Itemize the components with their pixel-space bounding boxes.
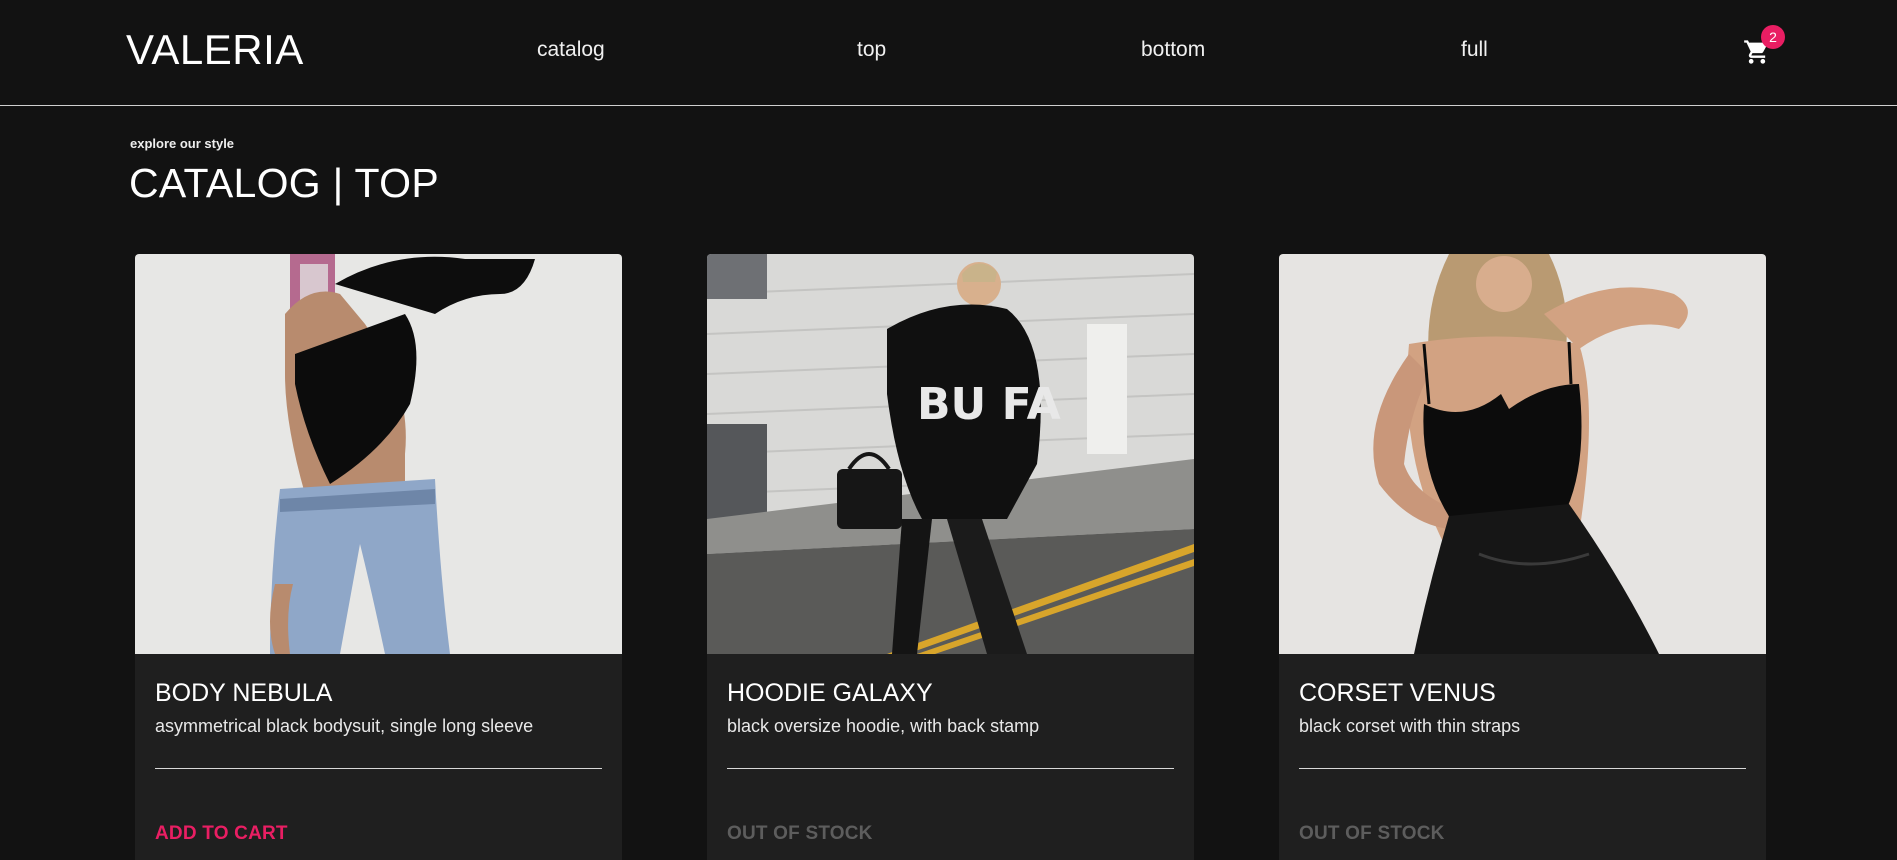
- product-name: BODY NEBULA: [155, 679, 333, 707]
- product-image: BU FA: [707, 254, 1194, 654]
- card-divider: [1299, 768, 1746, 769]
- product-card: BU FA HOODIE GALAXY black oversize hoodi…: [707, 254, 1194, 860]
- site-header: VALERIA catalog top bottom full 2: [0, 0, 1897, 106]
- page-kicker: explore our style: [130, 136, 235, 151]
- add-to-cart-button[interactable]: ADD TO CART: [155, 823, 288, 845]
- brand-logo[interactable]: VALERIA: [126, 26, 304, 74]
- nav-bottom[interactable]: bottom: [1141, 38, 1205, 62]
- nav-catalog[interactable]: catalog: [537, 38, 605, 62]
- nav-full[interactable]: full: [1461, 38, 1488, 62]
- product-card: BODY NEBULA asymmetrical black bodysuit,…: [135, 254, 622, 860]
- svg-text:BU FA: BU FA: [917, 379, 1061, 430]
- product-name: HOODIE GALAXY: [727, 679, 933, 707]
- product-description: asymmetrical black bodysuit, single long…: [155, 716, 534, 736]
- out-of-stock-label: OUT OF STOCK: [727, 823, 873, 844]
- product-description: black corset with thin straps: [1299, 716, 1521, 736]
- card-divider: [727, 768, 1174, 769]
- out-of-stock-label: OUT OF STOCK: [1299, 823, 1445, 844]
- nav-top[interactable]: top: [857, 38, 886, 62]
- page-title: CATALOG | TOP: [129, 160, 439, 206]
- product-description: black oversize hoodie, with back stamp: [727, 716, 1040, 736]
- product-image: [1279, 254, 1766, 654]
- product-name: CORSET VENUS: [1299, 679, 1496, 707]
- product-image: [135, 254, 622, 654]
- cart-count-badge: 2: [1761, 25, 1785, 49]
- card-divider: [155, 768, 602, 769]
- product-card: CORSET VENUS black corset with thin stra…: [1279, 254, 1766, 860]
